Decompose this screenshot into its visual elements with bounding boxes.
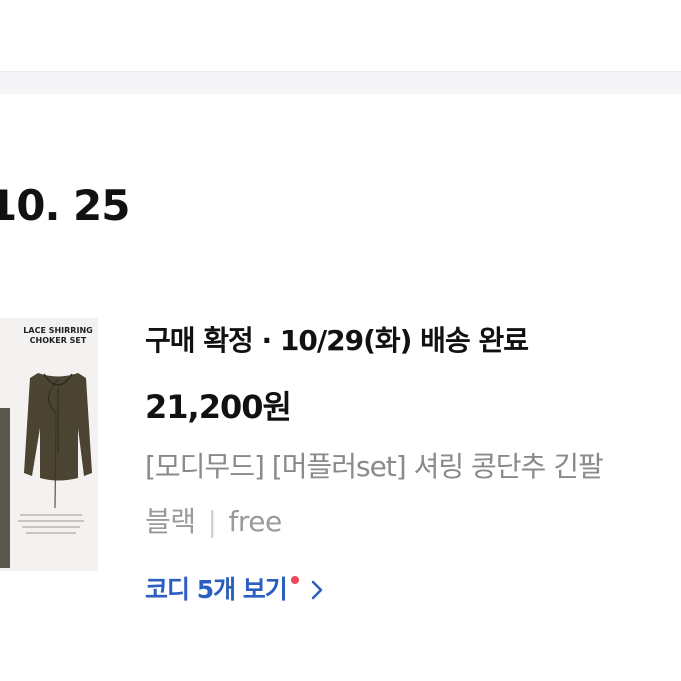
chevron-right-icon (311, 580, 323, 600)
thumbnail-title-line2: CHOKER SET (30, 336, 87, 345)
option-color: 블랙 (145, 505, 196, 538)
product-thumbnail[interactable]: LACE SHIRRING CHOKER SET (0, 318, 98, 571)
option-size: free (228, 505, 282, 538)
top-bar (0, 0, 681, 71)
view-coordi-label: 코디 5개 보기 (145, 575, 288, 604)
section-divider (0, 71, 681, 94)
item-price: 21,200원 (145, 388, 292, 426)
option-separator: | (207, 505, 217, 538)
product-name[interactable]: [모디무드] [머플러set] 셔링 콩단추 긴팔 (145, 448, 604, 486)
product-option: 블랙 | free (145, 503, 282, 541)
thumbnail-title-line1: LACE SHIRRING (23, 326, 92, 335)
order-date: 10. 25 (0, 181, 130, 230)
view-coordi-button[interactable]: 코디 5개 보기 (145, 572, 325, 608)
order-status: 구매 확정 · 10/29(화) 배송 완료 (145, 324, 529, 357)
new-badge-dot (290, 576, 299, 584)
